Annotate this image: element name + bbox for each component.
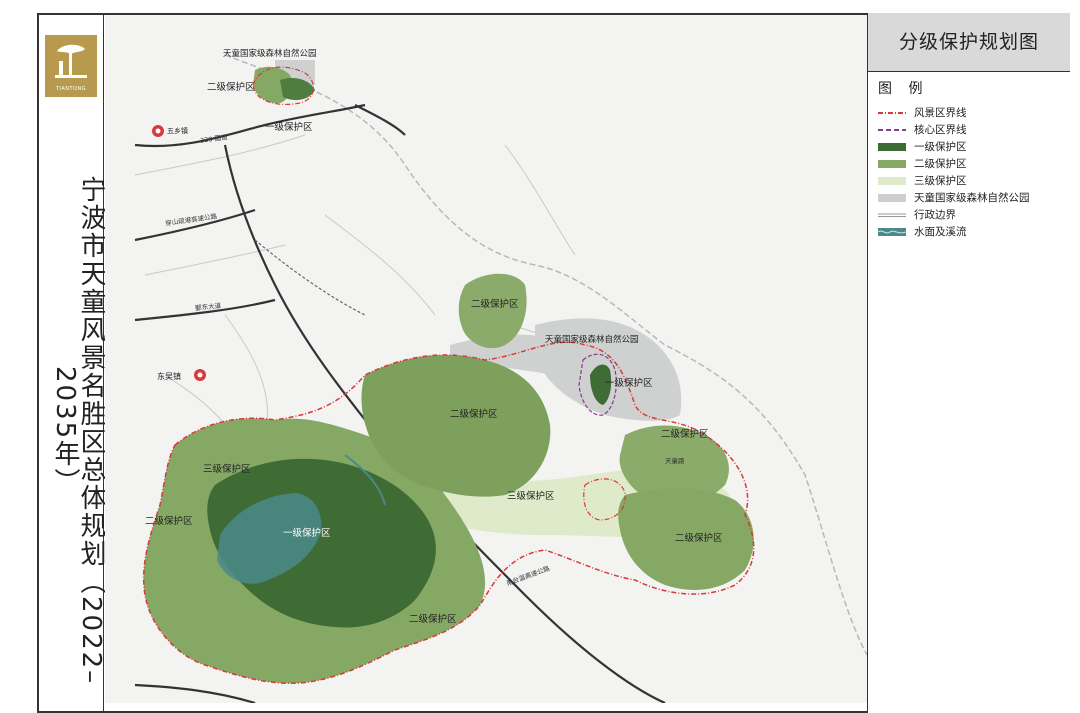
label-third-west: 三级保护区 [203,464,251,475]
panel-title: 分级保护规划图 [868,13,1070,72]
label-second-east-top: 二级保护区 [661,429,709,440]
label-second-south: 二级保护区 [409,614,457,625]
third-zone-swatch-icon [878,176,906,185]
label-second-top: 二级保护区 [207,82,255,93]
label-forest-park-mid: 天童国家级森林自然公园 [545,335,639,345]
first-zone-swatch-icon [878,142,906,151]
core-boundary-swatch-icon [878,128,906,131]
tree-logo-icon [55,44,87,78]
second-zone-swatch-icon [878,159,906,168]
legend-item-admin-boundary: 行政边界 [878,206,1070,223]
town-marker-dongwu [194,369,206,381]
legend-item-second-zone: 二级保护区 [878,155,1070,172]
legend-label: 三级保护区 [914,175,967,187]
legend-label: 行政边界 [914,209,956,221]
label-town-wuxiang: 五乡镇 [167,127,188,135]
logo: TIANTONG [45,35,97,97]
legend-list: 风景区界线 核心区界线 一级保护区 二级保护区 三级保护区 天童国家级森林自然公… [878,104,1070,240]
label-first-main: 一级保护区 [283,528,331,539]
label-first-top: 一级保护区 [265,122,313,133]
admin-boundary-swatch-icon [878,213,906,217]
legend-item-core-boundary: 核心区界线 [878,121,1070,138]
legend-item-third-zone: 三级保护区 [878,172,1070,189]
label-second-center: 二级保护区 [450,409,498,420]
legend-label: 水面及溪流 [914,226,967,238]
legend-heading: 图 例 [878,81,929,97]
legend-label: 二级保护区 [914,158,967,170]
legend-item-first-zone: 一级保护区 [878,138,1070,155]
label-town-dongwu: 东吴镇 [157,372,181,381]
title-sidebar: TIANTONG 宁波市天童风景名胜区总体规划（2022–2035年） [37,13,106,713]
forest-park-swatch-icon [878,193,906,202]
map-area[interactable]: 天童国家级森林自然公园 二级保护区 一级保护区 五乡镇 二级保护区 天童国家级森… [105,15,867,703]
label-second-north: 二级保护区 [471,299,519,310]
legend-label: 风景区界线 [914,107,967,119]
legend-item-forest-park: 天童国家级森林自然公园 [878,189,1070,206]
town-marker-wuxiang [152,125,164,137]
logo-text: TIANTONG [55,86,87,92]
legend-label: 天童国家级森林自然公园 [914,192,1030,204]
label-forest-park-north: 天童国家级森林自然公园 [223,49,317,59]
legend-item-water: 水面及溪流 [878,223,1070,240]
label-second-east: 二级保护区 [675,533,723,544]
label-first-east: 一级保护区 [605,378,653,389]
label-third-center: 三级保护区 [507,491,555,502]
water-swatch-icon [878,227,906,236]
label-second-west: 二级保护区 [145,516,193,527]
vertical-title: 宁波市天童风景名胜区总体规划（2022–2035年） [50,176,106,686]
legend-label: 核心区界线 [914,124,967,136]
legend-panel: 分级保护规划图 图 例 风景区界线 核心区界线 一级保护区 二级保护区 三级保护… [867,13,1070,713]
road-label-tiantong: 天童路 [665,457,685,465]
legend-label: 一级保护区 [914,141,967,153]
scenic-boundary-swatch-icon [878,111,906,114]
map-canvas [105,15,867,703]
legend-item-scenic-boundary: 风景区界线 [878,104,1070,121]
